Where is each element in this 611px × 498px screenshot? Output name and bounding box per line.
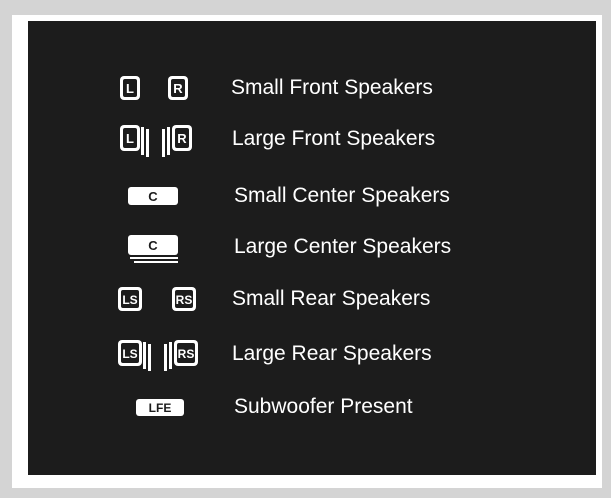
- small-center-speaker-icon: C: [126, 176, 186, 216]
- speaker-letter: LS: [122, 293, 137, 307]
- subwoofer-icon: LFE: [134, 387, 194, 427]
- large-center-speaker-icon: C: [126, 227, 186, 267]
- speaker-letter: C: [148, 189, 158, 204]
- legend-row-large-rear: LS RS Large Rear Speakers: [28, 334, 596, 374]
- small-front-speakers-icon: L R: [118, 68, 198, 108]
- speaker-letter: R: [177, 131, 187, 146]
- speaker-letter: C: [148, 238, 158, 253]
- speaker-letter: LFE: [149, 401, 172, 415]
- legend-row-small-center: C Small Center Speakers: [28, 176, 596, 216]
- legend-label: Large Center Speakers: [234, 235, 452, 258]
- legend-row-small-rear: LS RS Small Rear Speakers: [28, 279, 596, 319]
- speaker-letter: L: [126, 131, 134, 146]
- legend-label: Small Front Speakers: [231, 76, 433, 99]
- speaker-letter: L: [126, 81, 134, 96]
- speaker-letter: LS: [122, 347, 137, 361]
- speaker-letter: RS: [178, 347, 195, 361]
- legend-row-large-center: C Large Center Speakers: [28, 227, 596, 267]
- legend-label: Large Front Speakers: [232, 127, 436, 150]
- legend-label: Large Rear Speakers: [232, 342, 432, 365]
- speaker-letter: RS: [176, 293, 193, 307]
- small-rear-speakers-icon: LS RS: [116, 279, 206, 319]
- large-rear-speakers-icon: LS RS: [116, 334, 206, 374]
- large-front-speakers-icon: L R: [118, 119, 203, 159]
- legend-label: Small Center Speakers: [234, 184, 450, 207]
- legend-label: Small Rear Speakers: [232, 287, 431, 310]
- speaker-legend-panel: L R Small Front Speakers L R Large Front…: [28, 21, 596, 475]
- legend-row-subwoofer: LFE Subwoofer Present: [28, 387, 596, 427]
- speaker-letter: R: [173, 81, 183, 96]
- legend-row-large-front: L R Large Front Speakers: [28, 119, 596, 159]
- legend-label: Subwoofer Present: [234, 395, 413, 418]
- legend-row-small-front: L R Small Front Speakers: [28, 68, 596, 108]
